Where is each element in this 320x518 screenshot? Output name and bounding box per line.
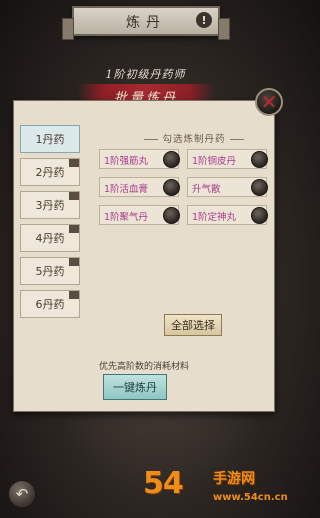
- info-icon[interactable]: !: [196, 12, 212, 28]
- back-icon[interactable]: ↶: [8, 480, 36, 508]
- tab-item[interactable]: 3丹药: [20, 191, 80, 219]
- hint-text: 优先高阶数的消耗材料: [98, 362, 189, 372]
- watermark-name: 手游网: [213, 471, 255, 487]
- checkbox-knob-icon[interactable]: [251, 151, 268, 168]
- tab-item[interactable]: 5丹药: [20, 257, 80, 285]
- bar-ornament-left: [62, 18, 74, 40]
- top-bar: 炼丹 !: [62, 6, 230, 40]
- one-click-alchemy-button[interactable]: 一键炼丹: [103, 374, 167, 400]
- tab-item[interactable]: 4丹药: [20, 224, 80, 252]
- select-all-button[interactable]: 全部选择: [164, 314, 222, 336]
- tab-item[interactable]: 6丹药: [20, 290, 80, 318]
- tab-item[interactable]: 1丹药: [20, 125, 80, 153]
- pill-slot[interactable]: 1阶聚气丹: [99, 205, 180, 225]
- tab-badge-icon: [69, 258, 79, 266]
- checkbox-knob-icon[interactable]: [251, 179, 268, 196]
- alchemy-panel: 1丹药 2丹药 3丹药 4丹药 5丹药 6丹药 勾选炼制丹药 1阶强筋丸 1阶铜…: [13, 100, 275, 412]
- watermark-number: 54: [143, 466, 184, 501]
- tab-badge-icon: [69, 225, 79, 233]
- watermark-url: www.54cn.cn: [213, 492, 288, 503]
- checkbox-knob-icon[interactable]: [251, 207, 268, 224]
- checkbox-knob-icon[interactable]: [163, 207, 180, 224]
- recipe-rank-label: 1阶初级丹药师: [105, 68, 186, 81]
- tab-item[interactable]: 2丹药: [20, 158, 80, 186]
- pill-slot[interactable]: 1阶强筋丸: [99, 149, 180, 169]
- close-icon[interactable]: ✕: [255, 88, 283, 116]
- checkbox-knob-icon[interactable]: [163, 151, 180, 168]
- selection-header: 勾选炼制丹药: [114, 131, 274, 145]
- tab-badge-icon: [69, 159, 79, 167]
- tab-badge-icon: [69, 291, 79, 299]
- pill-slot[interactable]: 升气散: [187, 177, 268, 197]
- site-watermark: 54 手游网 www.54cn.cn: [143, 462, 291, 518]
- tab-list: 1丹药 2丹药 3丹药 4丹药 5丹药 6丹药: [20, 125, 84, 353]
- pill-slot[interactable]: 1阶铜皮丹: [187, 149, 268, 169]
- checkbox-knob-icon[interactable]: [163, 179, 180, 196]
- pill-slot[interactable]: 1阶定神丸: [187, 205, 268, 225]
- tab-badge-icon: [69, 192, 79, 200]
- pill-slot[interactable]: 1阶活血膏: [99, 177, 180, 197]
- bar-ornament-right: [218, 18, 230, 40]
